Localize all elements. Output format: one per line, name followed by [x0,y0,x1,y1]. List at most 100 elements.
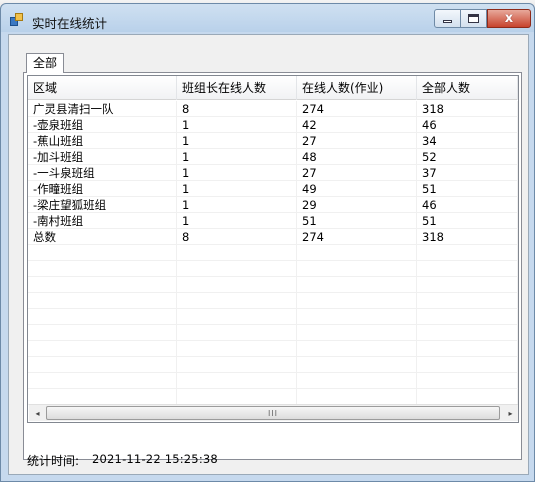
empty-row[interactable] [28,325,518,341]
table-row[interactable]: -一斗泉班组 1 27 37 [28,165,518,181]
table-row[interactable]: -加斗班组 1 48 52 [28,149,518,165]
table-cell: 42 [297,117,417,133]
table-cell [297,357,417,373]
table-cell [177,309,297,325]
table-cell: 46 [417,197,518,213]
table-cell: 51 [297,213,417,229]
table-cell [177,373,297,389]
table-row[interactable]: -蕉山班组 1 27 34 [28,133,518,149]
table-cell [297,261,417,277]
table-cell: 1 [177,213,297,229]
table-cell [297,277,417,293]
table-cell [297,373,417,389]
column-header-area[interactable]: 区域 [28,76,177,100]
table-row[interactable]: -作疃班组 1 49 51 [28,181,518,197]
table-cell: 48 [297,149,417,165]
title-bar[interactable]: 实时在线统计 x [1,4,534,34]
column-header-online-working[interactable]: 在线人数(作业) [297,76,417,100]
empty-row[interactable] [28,341,518,357]
minimize-button[interactable] [434,9,461,28]
table-cell [297,325,417,341]
table-cell: 27 [297,133,417,149]
table-cell [417,277,518,293]
table-cell [417,373,518,389]
close-icon: x [504,11,514,26]
table-cell [177,341,297,357]
table-body: 广灵县清扫一队 8 274 318 -壶泉班组 1 42 46 -蕉山班组 1 27 34 -加斗班组 1… [28,101,518,405]
close-button[interactable]: x [487,9,531,28]
table-header: 区域 班组长在线人数 在线人数(作业) 全部人数 [28,76,518,100]
empty-row[interactable] [28,261,518,277]
table-cell [417,245,518,261]
empty-row[interactable] [28,245,518,261]
table-row[interactable]: 总数 8 274 318 [28,229,518,245]
window-title: 实时在线统计 [32,16,108,31]
client-area: 全部 区域 班组长在线人数 在线人数(作业) 全部人数 广灵县清扫一队 8 274 3… [8,34,529,475]
table-cell: -梁庄望狐班组 [28,197,177,213]
table-cell: 318 [417,229,518,245]
table-cell [297,389,417,405]
tab-all[interactable]: 全部 [26,53,65,73]
table-cell: -壶泉班组 [28,117,177,133]
minimize-icon [443,20,452,23]
table-row[interactable]: -壶泉班组 1 42 46 [28,117,518,133]
table-cell [297,245,417,261]
table-cell: 1 [177,133,297,149]
table-cell: 1 [177,165,297,181]
table-cell [177,277,297,293]
scroll-left-icon[interactable]: ◂ [29,405,46,421]
table-cell: 1 [177,149,297,165]
app-window: 实时在线统计 x 全部 区域 班组长在线人数 在线人数(作业) 全部人数 广灵县… [0,3,535,482]
stat-time-label: 统计时间: [27,454,80,468]
scrollbar-thumb[interactable]: III [46,406,500,420]
table-cell: 51 [417,181,518,197]
table-cell: 1 [177,181,297,197]
table-cell: 274 [297,101,417,117]
table-cell: -一斗泉班组 [28,165,177,181]
table-cell [177,357,297,373]
maximize-button[interactable] [460,9,487,28]
maximize-icon [468,14,479,23]
table-cell: 52 [417,149,518,165]
table-cell: 1 [177,117,297,133]
table-row[interactable]: -梁庄望狐班组 1 29 46 [28,197,518,213]
empty-row[interactable] [28,373,518,389]
empty-row[interactable] [28,309,518,325]
stat-timestamp: 2021-11-22 15:25:38 [92,452,218,466]
table-cell: 51 [417,213,518,229]
table-cell: 37 [417,165,518,181]
table-cell [28,309,177,325]
table-cell [417,261,518,277]
table-row[interactable]: 广灵县清扫一队 8 274 318 [28,101,518,117]
empty-row[interactable] [28,389,518,405]
table-cell [417,341,518,357]
table-row[interactable]: -南村班组 1 51 51 [28,213,518,229]
table-cell: 29 [297,197,417,213]
horizontal-scrollbar[interactable]: ◂ III ▸ [29,404,518,421]
table-cell: 34 [417,133,518,149]
table-cell [28,277,177,293]
table-cell [28,245,177,261]
empty-row[interactable] [28,357,518,373]
table-cell: 46 [417,117,518,133]
table-cell: 274 [297,229,417,245]
table-cell [28,293,177,309]
table-cell [28,341,177,357]
grip-icon: III [267,408,279,418]
table-cell [177,325,297,341]
table-cell [417,389,518,405]
stats-table[interactable]: 区域 班组长在线人数 在线人数(作业) 全部人数 广灵县清扫一队 8 274 318-… [27,75,519,423]
table-cell [177,245,297,261]
empty-row[interactable] [28,293,518,309]
table-cell [417,293,518,309]
table-cell: 49 [297,181,417,197]
empty-row[interactable] [28,277,518,293]
column-header-leader-online[interactable]: 班组长在线人数 [177,76,297,100]
column-header-total[interactable]: 全部人数 [417,76,518,100]
scroll-right-icon[interactable]: ▸ [502,405,518,421]
table-cell [177,389,297,405]
table-cell [28,373,177,389]
table-cell: 27 [297,165,417,181]
table-cell: 8 [177,229,297,245]
table-cell [28,325,177,341]
